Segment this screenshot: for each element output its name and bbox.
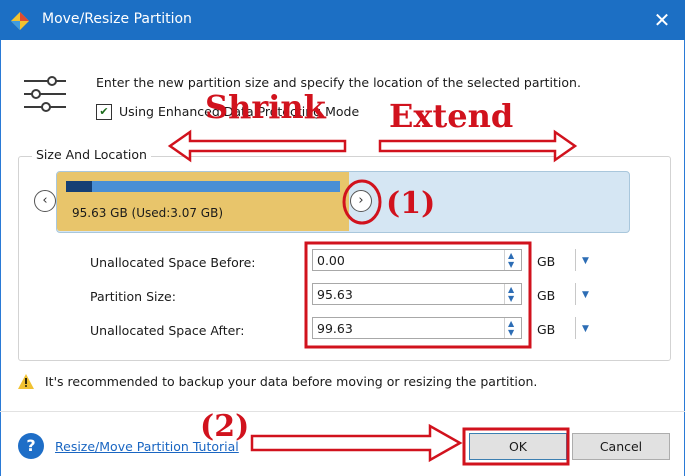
ok-pointer-arrow bbox=[250, 423, 463, 463]
annotation-overlay bbox=[167, 129, 578, 466]
ok-highlight-box bbox=[462, 427, 570, 466]
extend-arrow bbox=[378, 129, 578, 163]
step2-annotation: (2) bbox=[200, 409, 250, 444]
extend-annotation: Extend bbox=[389, 97, 514, 135]
inputs-highlight-box bbox=[304, 241, 532, 349]
step1-annotation: (1) bbox=[386, 186, 436, 221]
step1-highlight-circle bbox=[342, 179, 382, 225]
shrink-annotation: Shrink bbox=[205, 88, 326, 126]
shrink-arrow bbox=[167, 129, 347, 163]
